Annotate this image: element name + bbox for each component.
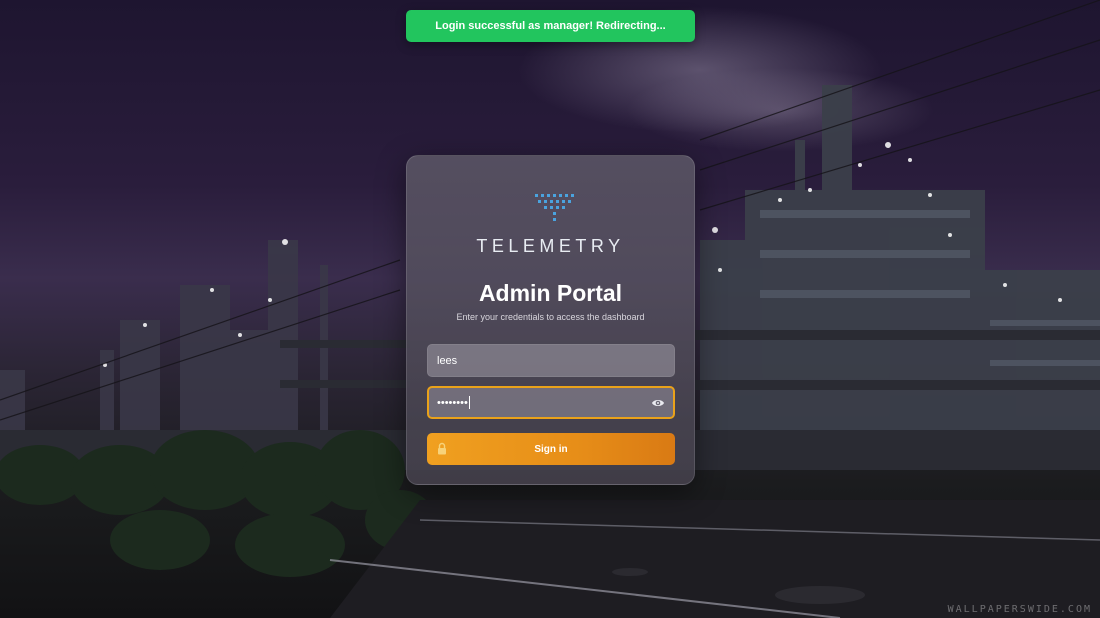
password-input[interactable]: •••••••• xyxy=(427,386,675,419)
telemetry-logo-icon xyxy=(535,194,574,221)
password-value: •••••••• xyxy=(437,396,468,409)
page-title: Admin Portal xyxy=(478,280,623,306)
text-caret xyxy=(468,396,470,409)
toast-message: Login successful as manager! Redirecting… xyxy=(435,20,666,32)
brand-name: TELEMETRY xyxy=(476,236,625,256)
page-subtitle: Enter your credentials to access the das… xyxy=(456,312,645,322)
username-value: lees xyxy=(437,354,458,367)
lock-icon xyxy=(438,442,446,455)
sign-in-label: Sign in xyxy=(534,443,568,455)
success-toast: Login successful as manager! Redirecting… xyxy=(406,10,695,42)
login-card: TELEMETRY Admin Portal Enter your creden… xyxy=(406,155,695,485)
sign-in-button[interactable]: Sign in xyxy=(427,433,675,465)
username-input[interactable]: lees xyxy=(427,344,675,377)
eye-icon[interactable] xyxy=(651,397,665,409)
watermark-text: WALLPAPERSWIDE.COM xyxy=(947,604,1092,615)
